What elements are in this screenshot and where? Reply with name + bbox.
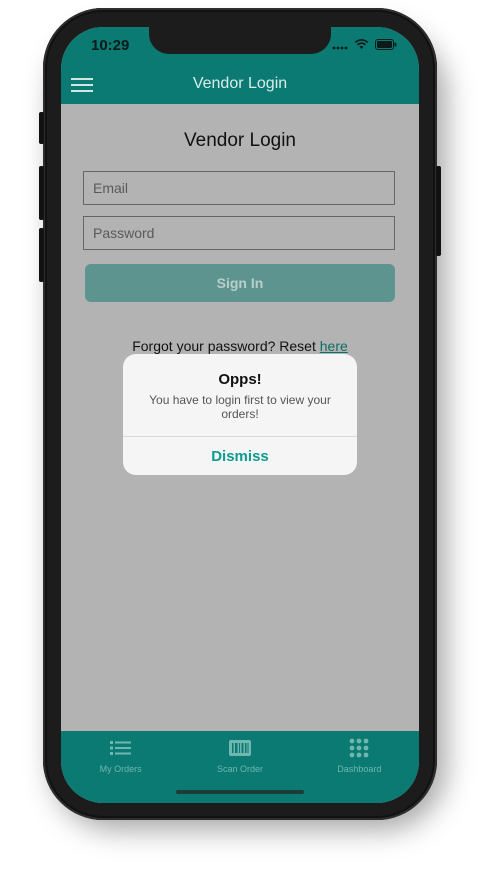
signal-icon — [332, 46, 348, 49]
reset-password-link[interactable]: here — [320, 338, 348, 354]
phone-screen: 10:29 Vendor Login Vendor Login Email Si… — [61, 27, 419, 803]
battery-icon — [375, 39, 397, 50]
forgot-password-label: Forgot your password? Reset — [132, 338, 320, 354]
forgot-password-text: Forgot your password? Reset here — [61, 338, 419, 354]
status-time: 10:29 — [91, 37, 130, 54]
page-title: Vendor Login — [184, 130, 296, 151]
list-icon — [109, 741, 131, 755]
header-title: Vendor Login — [192, 75, 288, 92]
mute-switch — [39, 112, 44, 144]
email-field[interactable] — [83, 171, 395, 205]
status-icons — [332, 39, 397, 50]
grid-icon — [349, 738, 369, 758]
volume-down-button — [39, 228, 44, 282]
tab-label: My Orders — [99, 764, 142, 774]
device-stage: 10:29 Vendor Login Vendor Login Email Si… — [0, 0, 480, 880]
dismiss-button[interactable]: Dismiss — [123, 437, 357, 475]
tab-dashboard[interactable]: Dashboard — [300, 731, 419, 803]
alert-title: Opps! — [218, 371, 262, 388]
wifi-icon — [354, 39, 369, 49]
password-field[interactable] — [83, 216, 395, 250]
sign-in-button[interactable]: Sign In — [85, 264, 395, 302]
notch — [149, 27, 331, 54]
volume-up-button — [39, 166, 44, 220]
alert-message: You have to login first to view your ord… — [149, 393, 331, 421]
power-button — [436, 166, 441, 256]
tab-label: Scan Order — [216, 764, 263, 774]
alert-dialog: Opps! You have to login first to view yo… — [123, 354, 357, 475]
barcode-icon — [228, 740, 251, 756]
tab-label: Dashboard — [337, 764, 382, 774]
tab-my-orders[interactable]: My Orders — [61, 731, 180, 803]
home-indicator[interactable] — [176, 790, 304, 794]
